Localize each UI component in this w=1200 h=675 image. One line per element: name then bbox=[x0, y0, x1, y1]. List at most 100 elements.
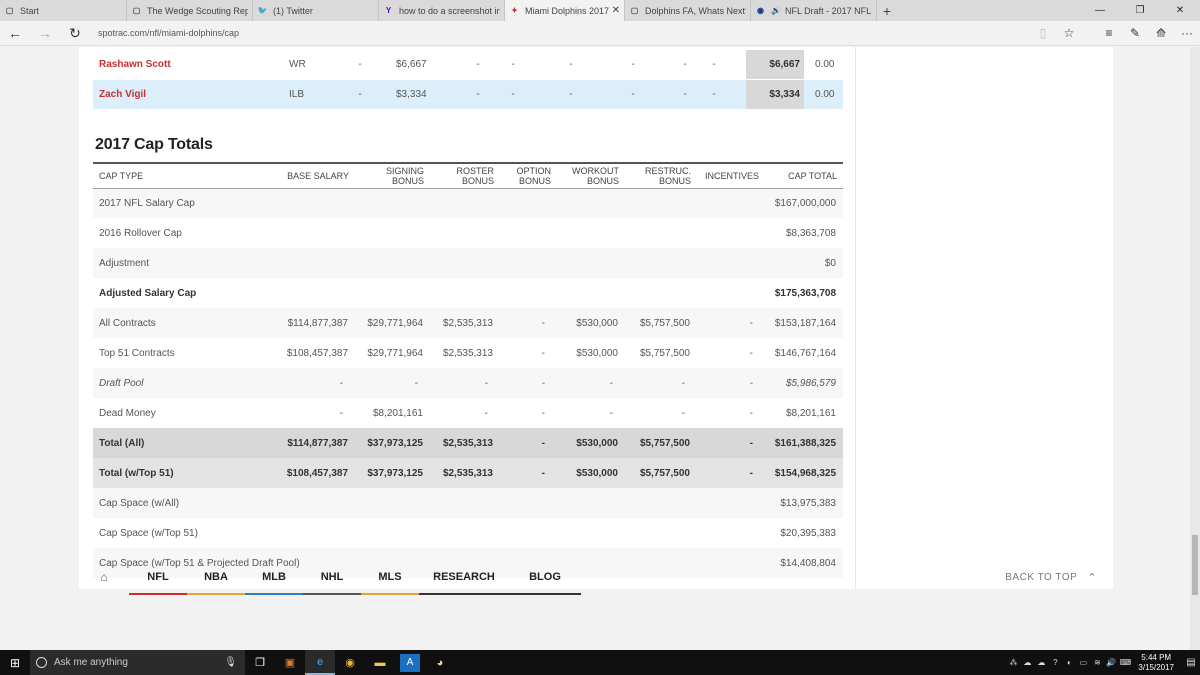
table-cell: - bbox=[609, 407, 613, 419]
player-name-link[interactable]: Zach Vigil bbox=[99, 80, 146, 109]
column-header[interactable]: RESTRUC. BONUS bbox=[625, 163, 697, 188]
footer-nav-nhl[interactable]: NHL bbox=[303, 557, 361, 597]
refresh-button[interactable]: ↻ bbox=[60, 21, 90, 46]
table-cell bbox=[625, 218, 697, 248]
forward-button[interactable]: → bbox=[30, 21, 60, 46]
favorite-star-icon[interactable]: ☆ bbox=[1056, 21, 1082, 46]
column-header-text: ROSTER bbox=[456, 165, 494, 176]
windows-start-icon[interactable]: ⊞ bbox=[0, 650, 30, 675]
table-cell bbox=[557, 518, 625, 548]
column-header-text: BONUS bbox=[518, 175, 551, 186]
scrollbar[interactable] bbox=[1190, 47, 1200, 650]
table-row: Cap Space (w/Top 51) $20,395,383 bbox=[93, 518, 843, 548]
player-name-link[interactable]: Rashawn Scott bbox=[99, 50, 171, 79]
tab-close-icon[interactable]: ✕ bbox=[612, 5, 620, 16]
volume-icon[interactable]: 🔊 bbox=[1104, 658, 1118, 667]
player-row: Zach Vigil ILB - $3,334 - - - - - - $3,3… bbox=[93, 80, 843, 109]
column-header[interactable]: INCENTIVES bbox=[697, 163, 765, 188]
more-icon[interactable]: ··· bbox=[1174, 21, 1200, 46]
footer-nav-nfl[interactable]: NFL bbox=[129, 557, 187, 597]
new-tab-button[interactable]: + bbox=[877, 0, 897, 21]
chrome-icon[interactable]: ◉ bbox=[335, 650, 365, 675]
browser-tab[interactable]: ◉ 🔊 NFL Draft - 2017 NFL D bbox=[751, 0, 877, 21]
close-button[interactable]: ✕ bbox=[1160, 0, 1200, 21]
back-to-top-link[interactable]: BACK TO TOP ⌃ bbox=[1005, 571, 1097, 584]
player-cap-total: $3,334 bbox=[746, 80, 804, 109]
url-field[interactable]: spotrac.com/nfl/miami-dolphins/cap bbox=[98, 28, 1030, 38]
cloud-icon[interactable]: ☁ bbox=[1034, 658, 1048, 667]
browser-tab[interactable]: Yhow to do a screenshot in w bbox=[379, 0, 505, 21]
file-explorer-icon[interactable]: ▬ bbox=[365, 650, 395, 675]
table-cell: $37,973,125 bbox=[355, 428, 430, 458]
table-cell: - bbox=[749, 377, 753, 389]
footer-nav-mlb[interactable]: MLB bbox=[245, 557, 303, 597]
task-view-icon[interactable]: ❐ bbox=[245, 650, 275, 675]
battery-icon[interactable]: ▭ bbox=[1076, 658, 1090, 667]
table-cell: $5,986,579 bbox=[785, 377, 836, 389]
tab-title: Dolphins FA, Whats Next? | bbox=[645, 5, 746, 16]
browser-tab[interactable]: 🐦 (1) Twitter bbox=[253, 0, 379, 21]
paint-icon[interactable]: ◕ bbox=[425, 650, 455, 675]
onedrive-icon[interactable]: ☁ bbox=[1020, 658, 1034, 667]
column-header[interactable]: WORKOUT BONUS bbox=[557, 163, 625, 188]
reading-view-icon[interactable]: ▯ bbox=[1030, 21, 1056, 46]
browser-tab[interactable]: ✦ Miami Dolphins 2017 Sa✕ bbox=[505, 0, 625, 21]
microphone-icon[interactable]: 🎙 bbox=[224, 657, 237, 668]
photoshop-express-icon[interactable]: A bbox=[400, 653, 420, 672]
restore-button[interactable]: ❐ bbox=[1120, 0, 1160, 21]
table-cell: $146,767,164 bbox=[774, 347, 836, 359]
column-header[interactable]: SIGNING BONUS bbox=[355, 163, 430, 188]
table-cell bbox=[355, 188, 430, 218]
web-note-icon[interactable]: ✎ bbox=[1122, 21, 1148, 46]
table-cell: - bbox=[484, 377, 488, 389]
footer-nav-underline bbox=[419, 593, 509, 595]
store-icon[interactable]: ▣ bbox=[275, 650, 305, 675]
table-cell bbox=[355, 278, 430, 308]
column-header[interactable]: OPTION BONUS bbox=[500, 163, 557, 188]
table-cell: - bbox=[697, 428, 765, 458]
column-header[interactable]: ROSTER BONUS bbox=[430, 163, 500, 188]
browser-tab[interactable]: ▢ Start bbox=[0, 0, 127, 21]
hub-icon[interactable]: ≡ bbox=[1096, 21, 1122, 46]
scroll-thumb[interactable] bbox=[1192, 535, 1198, 595]
action-center-icon[interactable]: ▤ bbox=[1182, 657, 1200, 668]
browser-tab[interactable]: ▢ Dolphins FA, Whats Next? | bbox=[625, 0, 751, 21]
clock[interactable]: 5:44 PM 3/15/2017 bbox=[1138, 653, 1174, 673]
cap-type-cell: Total (All) bbox=[93, 428, 271, 458]
column-header[interactable]: CAP TOTAL bbox=[765, 163, 843, 188]
keyboard-icon[interactable]: ⌨ bbox=[1118, 658, 1132, 667]
table-cell: $108,457,387 bbox=[286, 347, 348, 359]
footer-nav-blog[interactable]: BLOG bbox=[509, 557, 581, 597]
footer-nav-nba[interactable]: NBA bbox=[187, 557, 245, 597]
column-header-text: RESTRUC. bbox=[644, 165, 691, 176]
minimize-button[interactable]: — bbox=[1080, 0, 1120, 21]
footer-nav-label: NBA bbox=[204, 571, 228, 583]
cap-type-cell: Draft Pool bbox=[99, 377, 144, 389]
table-cell bbox=[271, 518, 355, 548]
table-cell: $2,535,313 bbox=[430, 458, 500, 488]
browser-tab[interactable]: ▢ The Wedge Scouting Repor bbox=[127, 0, 253, 21]
share-icon[interactable]: ⟰ bbox=[1148, 21, 1174, 46]
edge-icon[interactable]: e bbox=[305, 650, 335, 675]
help-icon[interactable]: ? bbox=[1048, 658, 1062, 667]
footer-nav-research[interactable]: RESEARCH bbox=[419, 557, 509, 597]
table-cell: $5,757,500 bbox=[639, 347, 690, 359]
yahoo-icon: Y bbox=[385, 6, 392, 15]
people-icon[interactable]: ⁂ bbox=[1006, 658, 1020, 667]
back-button[interactable]: ← bbox=[0, 21, 30, 46]
table-cell: - bbox=[500, 428, 557, 458]
column-header[interactable]: CAP TYPE bbox=[93, 163, 271, 188]
footer-nav-mls[interactable]: MLS bbox=[361, 557, 419, 597]
cortana-search[interactable]: Ask me anything 🎙 bbox=[30, 650, 245, 675]
audio-playing-icon[interactable]: 🔊 bbox=[771, 6, 781, 15]
security-icon[interactable]: ◐ bbox=[1062, 658, 1076, 667]
table-cell: $114,877,387 bbox=[287, 317, 348, 329]
table-cell bbox=[500, 278, 557, 308]
table-cell: $530,000 bbox=[557, 458, 625, 488]
home-icon[interactable]: ⌂ bbox=[79, 570, 129, 584]
cap-type-cell: Top 51 Contracts bbox=[99, 347, 175, 359]
table-cell: - bbox=[541, 317, 545, 329]
column-header[interactable]: BASE SALARY bbox=[271, 163, 355, 188]
wifi-icon[interactable]: ≋ bbox=[1090, 658, 1104, 667]
table-cell: $29,771,964 bbox=[367, 347, 423, 359]
